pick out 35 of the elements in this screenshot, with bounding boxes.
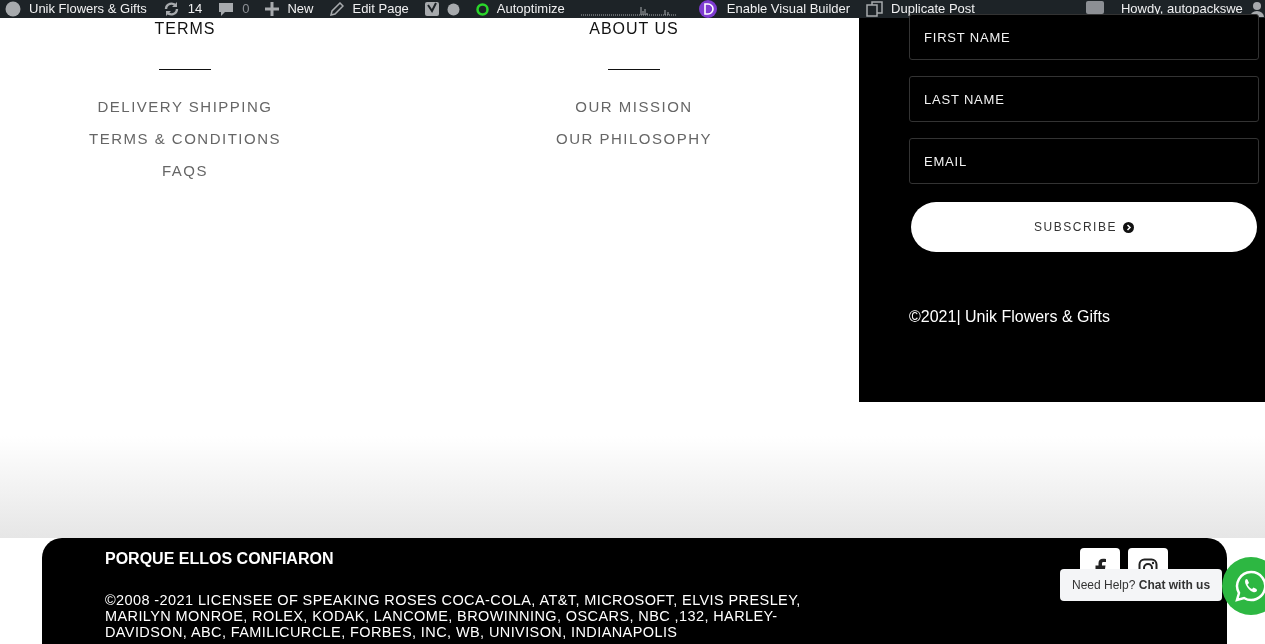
new-link[interactable]: New (287, 0, 314, 18)
autoptimize-link[interactable]: Autoptimize (496, 0, 565, 18)
site-name-link[interactable]: Unik Flowers & Gifts (29, 0, 147, 18)
plus-icon[interactable] (265, 2, 280, 16)
chat-bubble-button[interactable] (1222, 557, 1265, 615)
text-input-field[interactable]: EMAIL (909, 138, 1259, 184)
refresh-icon[interactable] (162, 1, 180, 17)
footer-link[interactable]: TERMS & CONDITIONS (89, 130, 281, 147)
licensee-paragraph: ©2008 -2021 LICENSEE OF SPEAKING ROSES COCA-COLA, AT&T, MICROSOFT, ELVIS PRESLEY, MARILYN MONROE, ROLEX, KODAK, LANCOME, BROWINNING, OSCARS, NBC ,132, HARLEY-DAVIDSON, ABC, FAMILICURCLE, FORBES, INC, WB, UNIVISON, INDIANAPOLIS (105, 592, 802, 640)
copyright-text: ©2021| Unik Flowers & Gifts (909, 308, 1111, 326)
d-logo-icon[interactable] (698, 0, 717, 18)
footer-link[interactable]: DELIVERY SHIPPING (97, 98, 273, 115)
footer-link[interactable]: OUR MISSION (575, 98, 693, 115)
subscribe-button[interactable]: SUBSCRIBE (911, 202, 1257, 252)
duplicate-icon[interactable] (866, 1, 885, 17)
comment-icon[interactable] (218, 1, 235, 17)
phone-bubble-icon (1234, 569, 1265, 603)
status-dot-icon[interactable] (446, 2, 460, 16)
comments-count[interactable]: 0 (242, 0, 250, 18)
edit-page-link[interactable]: Edit Page (352, 0, 409, 18)
pencil-icon[interactable] (329, 1, 345, 17)
text-input-field[interactable]: LAST NAME (909, 76, 1259, 122)
chat-tooltip[interactable]: Need Help? Chat with us (1060, 569, 1223, 601)
column-heading: TERMS (154, 20, 216, 38)
ring-icon[interactable] (475, 2, 489, 16)
column-heading: ABOUT US (589, 20, 679, 38)
footer-link[interactable]: OUR PHILOSOPHY (556, 130, 712, 147)
visual-builder-link[interactable]: Enable Visual Builder (726, 0, 851, 18)
instagram-icon (1138, 558, 1158, 569)
updates-count[interactable]: 14 (187, 0, 203, 18)
text-input-field[interactable]: FIRST NAME (909, 14, 1259, 60)
facebook-icon (1094, 558, 1106, 569)
footer-link[interactable]: FAQS (162, 162, 208, 179)
footer-title: PORQUE ELLOS CONFIARON (105, 550, 334, 568)
chevron-circle-icon (1122, 221, 1134, 233)
